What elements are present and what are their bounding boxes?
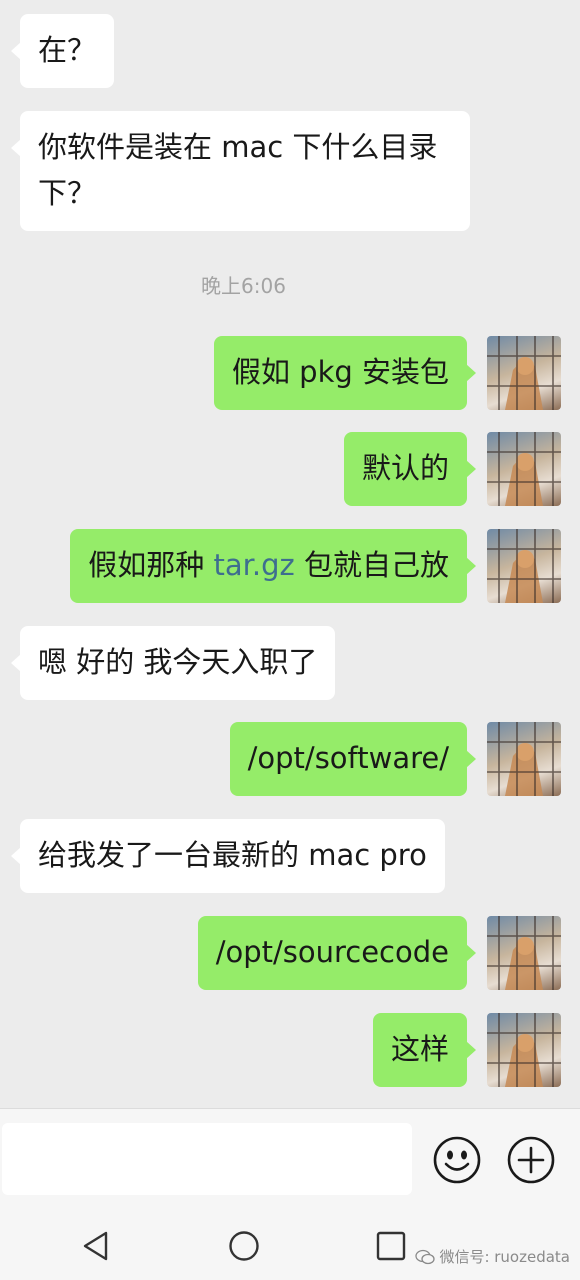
square-recents-icon <box>376 1231 406 1261</box>
message-text: 假如 pkg 安装包 <box>231 355 449 389</box>
message-bubble-outgoing[interactable]: 默认的 <box>343 432 477 506</box>
message-text: /opt/software/ <box>247 741 449 775</box>
message-bubble-outgoing[interactable]: /opt/sourcecode <box>197 916 477 990</box>
circle-home-icon <box>229 1231 259 1261</box>
message-bubble-incoming[interactable]: 在？ <box>10 14 115 88</box>
user-avatar[interactable] <box>487 916 561 990</box>
message-link[interactable]: tar.gz <box>214 548 295 582</box>
message-text: 假如那种 tar.gz 包就自己放 <box>70 529 467 601</box>
user-avatar[interactable] <box>487 432 561 506</box>
message-text: 在？ <box>38 33 97 67</box>
wechat-id-watermark: 微信号: ruozedata <box>415 1246 570 1267</box>
message-input[interactable] <box>2 1123 412 1195</box>
message-bubble-outgoing[interactable]: 假如那种 tar.gz 包就自己放 <box>70 529 476 603</box>
home-button[interactable] <box>228 1230 260 1262</box>
message-text: 你软件是装在 mac 下什么目录下？ <box>38 130 438 210</box>
more-functions-button[interactable] <box>507 1136 555 1184</box>
user-avatar[interactable] <box>487 722 561 796</box>
message-text: 这样 <box>390 1032 449 1066</box>
user-avatar[interactable] <box>487 336 561 410</box>
system-navigation-bar: 微信号: ruozedata <box>0 1208 580 1280</box>
avatar-image-icon <box>487 916 561 990</box>
message-text-before: 假如那种 <box>88 548 214 582</box>
avatar-image-icon <box>487 336 561 410</box>
message-bubble-outgoing[interactable]: 这样 <box>372 1013 477 1087</box>
message-text: 给我发了一台最新的 mac pro <box>38 838 427 872</box>
emoji-button[interactable] <box>433 1136 481 1184</box>
user-avatar[interactable] <box>487 1013 561 1087</box>
message-text: 默认的 <box>361 451 449 485</box>
message-bubble-outgoing[interactable]: 假如 pkg 安装包 <box>213 336 477 410</box>
smiley-face-icon <box>433 1136 481 1184</box>
message-timestamp: 晚上6:06 <box>201 274 286 298</box>
plus-circle-icon <box>507 1136 555 1184</box>
user-avatar[interactable] <box>487 529 561 603</box>
message-text: 嗯 好的 我今天入职了 <box>38 645 318 679</box>
message-input-bar <box>0 1108 580 1209</box>
avatar-image-icon <box>487 722 561 796</box>
message-text: /opt/sourcecode <box>215 935 449 969</box>
triangle-back-icon <box>83 1231 108 1261</box>
avatar-image-icon <box>487 529 561 603</box>
message-text-after: 包就自己放 <box>294 548 449 582</box>
watermark-text: 微信号: ruozedata <box>439 1248 570 1266</box>
avatar-image-icon <box>487 432 561 506</box>
back-button[interactable] <box>80 1230 112 1262</box>
message-bubble-outgoing[interactable]: /opt/software/ <box>229 722 477 796</box>
message-bubble-incoming[interactable]: 给我发了一台最新的 mac pro <box>11 819 445 893</box>
message-bubble-incoming[interactable]: 嗯 好的 我今天入职了 <box>10 626 336 700</box>
chat-area[interactable]: 在？ 你软件是装在 mac 下什么目录下？ 晚上6:06 假如 pkg 安装包 … <box>0 0 580 1108</box>
wechat-logo-icon <box>415 1249 436 1264</box>
avatar-image-icon <box>487 1013 561 1087</box>
message-bubble-incoming[interactable]: 你软件是装在 mac 下什么目录下？ <box>11 111 470 231</box>
recents-button[interactable] <box>375 1230 407 1262</box>
